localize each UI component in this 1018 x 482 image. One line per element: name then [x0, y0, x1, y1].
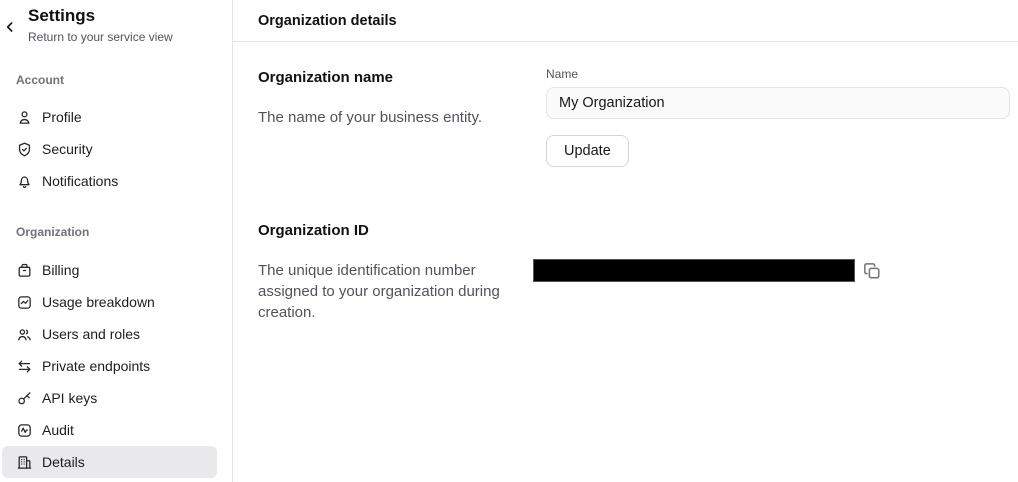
update-button[interactable]: Update — [546, 135, 629, 167]
sidebar-item-label: Details — [42, 454, 85, 470]
organization-id-redacted-value — [533, 259, 855, 282]
organization-id-description: The unique identification number assigne… — [258, 260, 510, 323]
sidebar-item-private-endpoints[interactable]: Private endpoints — [2, 350, 217, 382]
section-label-account: Account — [16, 73, 216, 87]
user-icon — [16, 109, 33, 126]
users-icon — [16, 326, 33, 343]
main-content: Organization name The name of your busin… — [233, 42, 1018, 323]
sidebar-item-label: Security — [42, 141, 93, 157]
organization-id-title: Organization ID — [258, 222, 546, 240]
organization-name-info: Organization name The name of your busin… — [258, 69, 546, 167]
sidebar-item-label: Usage breakdown — [42, 294, 155, 310]
sidebar-item-label: API keys — [42, 390, 97, 406]
account-nav: Profile Security Notifications — [0, 101, 232, 197]
sidebar-item-notifications[interactable]: Notifications — [2, 165, 217, 197]
sidebar-item-security[interactable]: Security — [2, 133, 217, 165]
sidebar-item-audit[interactable]: Audit — [2, 414, 217, 446]
organization-id-value-area — [546, 222, 1010, 323]
sidebar-item-label: Notifications — [42, 173, 118, 189]
organization-name-title: Organization name — [258, 69, 546, 87]
sidebar-item-label: Audit — [42, 422, 74, 438]
sidebar-item-details[interactable]: Details — [2, 446, 217, 478]
sidebar-header: Settings Return to your service view — [0, 5, 232, 45]
sidebar-item-api-keys[interactable]: API keys — [2, 382, 217, 414]
settings-sidebar: Settings Return to your service view Acc… — [0, 0, 233, 482]
back-button[interactable] — [2, 17, 22, 37]
bell-icon — [16, 173, 33, 190]
settings-subtitle: Return to your service view — [28, 30, 216, 45]
sidebar-item-usage-breakdown[interactable]: Usage breakdown — [2, 286, 217, 318]
page-title: Organization details — [233, 0, 1018, 42]
building-icon — [16, 454, 33, 471]
activity-square-icon — [16, 422, 33, 439]
sidebar-item-label: Billing — [42, 262, 79, 278]
settings-title: Settings — [28, 5, 216, 27]
organization-id-section: Organization ID The unique identificatio… — [258, 222, 1010, 323]
chevron-left-icon — [2, 19, 22, 35]
billing-icon — [16, 262, 33, 279]
sidebar-item-profile[interactable]: Profile — [2, 101, 217, 133]
copy-icon — [863, 262, 881, 280]
sidebar-item-label: Profile — [42, 109, 82, 125]
shield-check-icon — [16, 141, 33, 158]
organization-name-description: The name of your business entity. — [258, 107, 510, 128]
sidebar-item-label: Users and roles — [42, 326, 140, 342]
organization-name-form: Name Update — [546, 69, 1010, 167]
swap-arrows-icon — [16, 358, 33, 375]
section-label-organization: Organization — [16, 225, 216, 239]
organization-id-info: Organization ID The unique identificatio… — [258, 222, 546, 323]
organization-name-section: Organization name The name of your busin… — [258, 69, 1010, 167]
organization-nav: Billing Usage breakdown Users and roles … — [0, 254, 232, 478]
sidebar-item-users-and-roles[interactable]: Users and roles — [2, 318, 217, 350]
key-icon — [16, 390, 33, 407]
chart-icon — [16, 294, 33, 311]
organization-name-input[interactable] — [546, 87, 1010, 119]
sidebar-item-billing[interactable]: Billing — [2, 254, 217, 286]
name-field-label: Name — [546, 67, 1010, 81]
sidebar-item-label: Private endpoints — [42, 358, 150, 374]
copy-button[interactable] — [863, 262, 881, 280]
main-panel: Organization details Organization name T… — [233, 0, 1018, 482]
